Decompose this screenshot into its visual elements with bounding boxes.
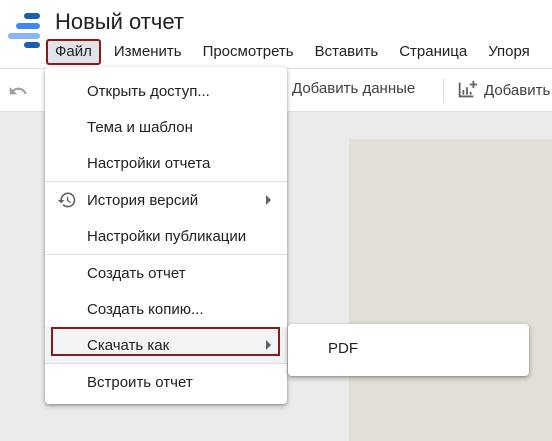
- menu-item-make-copy[interactable]: Создать копию...: [45, 291, 287, 327]
- menu-bar: Файл Изменить Просмотреть Вставить Стран…: [46, 39, 551, 65]
- menu-page[interactable]: Страница: [399, 40, 467, 64]
- menu-item-share[interactable]: Открыть доступ...: [45, 73, 287, 109]
- menu-item-publish-settings-label: Настройки публикации: [87, 227, 247, 245]
- menu-item-embed-report[interactable]: Встроить отчет: [45, 364, 287, 400]
- menu-item-new-report[interactable]: Создать отчет: [45, 255, 287, 291]
- add-data-label: Добавить данные: [292, 79, 416, 97]
- menu-item-publish-settings[interactable]: Настройки публикации: [45, 218, 287, 254]
- menu-item-embed-report-label: Встроить отчет: [87, 373, 193, 391]
- menu-insert[interactable]: Вставить: [315, 40, 379, 64]
- menu-item-download-as[interactable]: Скачать как: [45, 327, 287, 363]
- menu-edit[interactable]: Изменить: [114, 40, 182, 64]
- menu-item-new-report-label: Создать отчет: [87, 264, 186, 282]
- undo-icon[interactable]: [8, 81, 28, 101]
- report-page[interactable]: [349, 139, 552, 441]
- add-data-button[interactable]: Добавить данные: [278, 79, 415, 97]
- app-header: Новый отчет Файл Изменить Просмотреть Вс…: [0, 0, 552, 68]
- submenu-arrow-icon: [266, 340, 271, 350]
- menu-item-theme-layout[interactable]: Тема и шаблон: [45, 109, 287, 145]
- submenu-arrow-icon: [266, 195, 271, 205]
- add-chart-label: Добавить: [484, 81, 551, 99]
- menu-arrange[interactable]: Упоря: [488, 40, 530, 64]
- data-studio-logo-icon[interactable]: [8, 12, 42, 48]
- history-icon: [57, 192, 76, 208]
- download-submenu: PDF: [288, 324, 529, 376]
- submenu-item-pdf[interactable]: PDF: [328, 340, 358, 357]
- menu-item-version-history-label: История версий: [87, 191, 199, 209]
- menu-item-report-settings[interactable]: Настройки отчета: [45, 145, 287, 181]
- add-chart-icon: [458, 80, 478, 98]
- menu-item-report-settings-label: Настройки отчета: [87, 154, 211, 172]
- menu-item-share-label: Открыть доступ...: [87, 82, 210, 100]
- menu-item-theme-layout-label: Тема и шаблон: [87, 118, 193, 136]
- toolbar-divider: [443, 79, 444, 103]
- highlight-box: [51, 327, 280, 356]
- add-chart-button[interactable]: Добавить: [456, 79, 550, 101]
- report-title[interactable]: Новый отчет: [55, 9, 184, 35]
- menu-item-make-copy-label: Создать копию...: [87, 300, 204, 318]
- file-menu-dropdown: Открыть доступ... Тема и шаблон Настройк…: [45, 67, 287, 404]
- menu-item-version-history[interactable]: История версий: [45, 182, 287, 218]
- menu-file[interactable]: Файл: [46, 39, 101, 65]
- menu-view[interactable]: Просмотреть: [203, 40, 294, 64]
